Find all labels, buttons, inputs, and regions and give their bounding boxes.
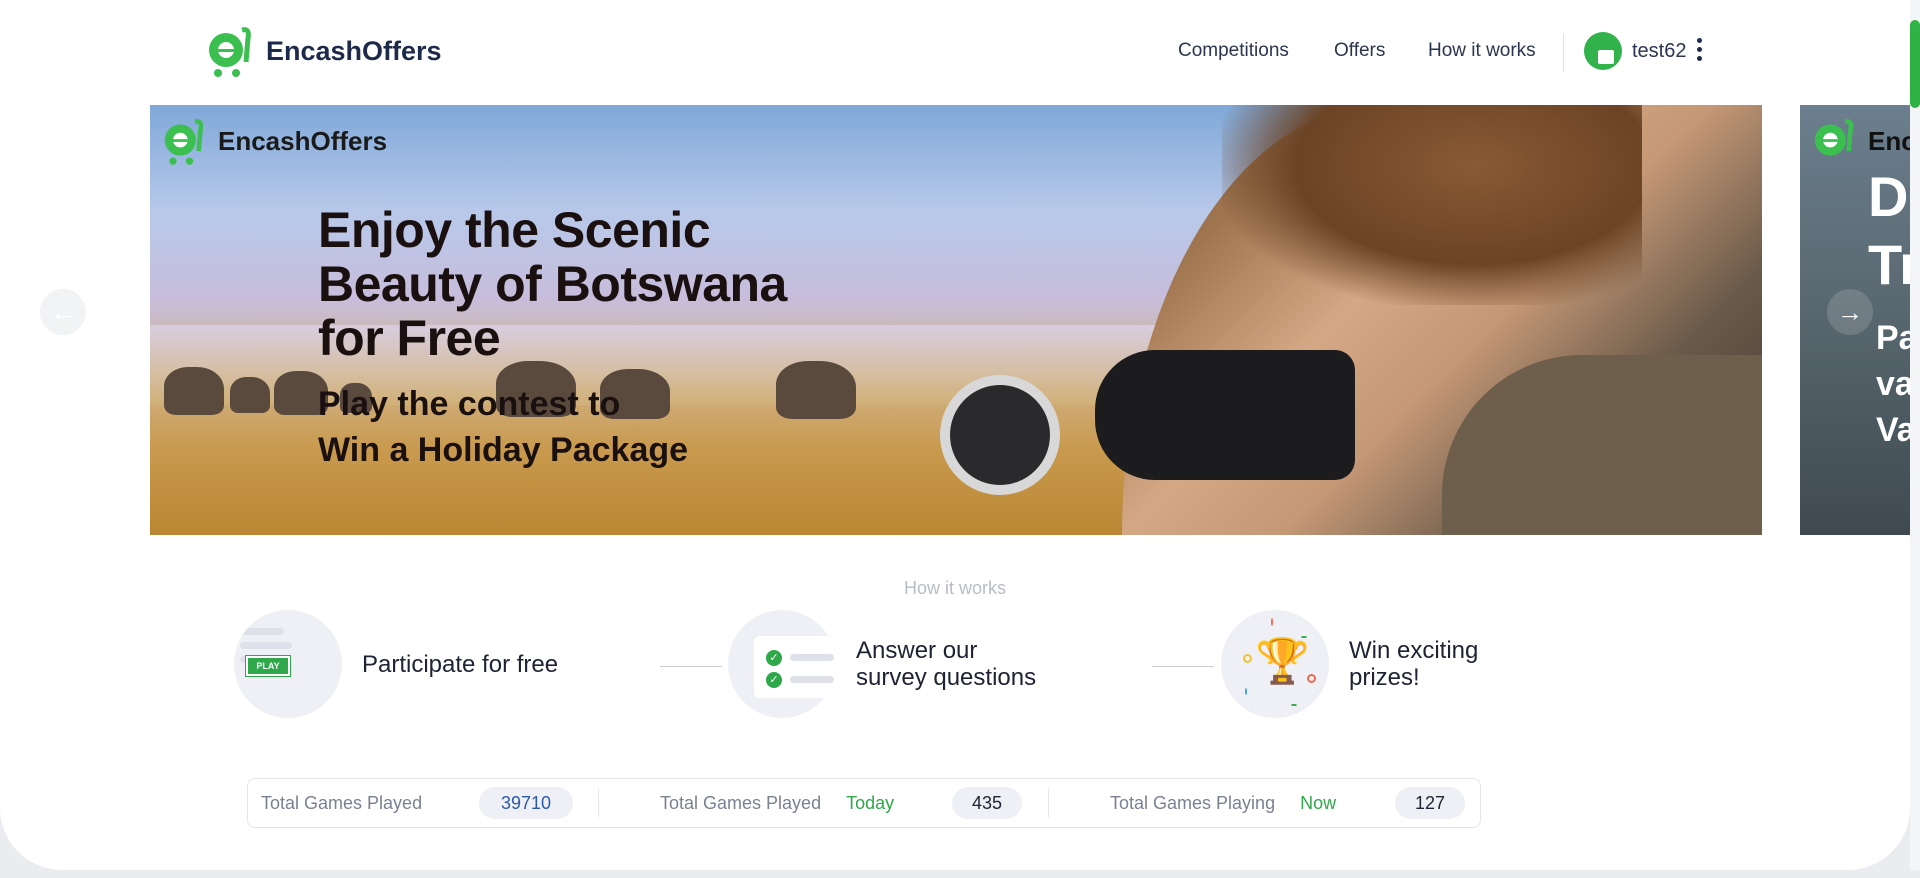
step-participate: PLAY Participate for free [234,610,558,718]
arrow-right-icon: → [1837,296,1863,327]
stat-total-played-value: 39710 [479,787,573,819]
stat-played-today: Total Games Played Today [660,792,895,813]
stat-played-today-value: 435 [952,787,1022,819]
logo-icon [164,119,204,165]
camera-lens-image [940,375,1060,495]
nav-divider [1563,34,1564,72]
brand-name: EncashOffers [266,35,442,66]
step-connector [1152,666,1214,667]
user-menu[interactable]: test62 [1584,32,1686,70]
banner-logo: EncashOffers [162,115,387,167]
stat-divider [1048,789,1049,817]
trophy-illustration-icon: 🏆 [1221,610,1329,718]
elephant-image [776,361,856,419]
check-icon: ✓ [766,672,782,688]
step-label: Answer our survey questions [856,637,1037,691]
banner-brand: Enc [1868,125,1910,156]
stat-playing-now: Total Games Playing Now [1110,792,1337,813]
survey-illustration-icon: ✓ ✓ [728,610,836,718]
carousel-next-button[interactable]: → [1827,289,1873,335]
banner-subline: Pa va Va [1876,319,1910,449]
step-connector [660,666,722,667]
elephant-image [230,377,270,413]
more-options-icon[interactable] [1697,38,1703,65]
check-icon: ✓ [766,650,782,666]
banner-subline: Play the contest to Win a Holiday Packag… [318,385,689,469]
banner-headline: Enjoy the Scenic Beauty of Botswana for … [318,202,787,366]
trophy-icon: 🏆 [1255,637,1310,686]
how-it-works-title: How it works [903,578,1006,598]
carousel-slide-active[interactable]: EncashOffers Enjoy the Scenic Beauty of … [150,105,1762,535]
elephant-image [164,367,224,415]
camera-image [1095,350,1355,480]
banner-logo: Enc [1812,115,1910,167]
stat-total-played: Total Games Played [261,792,423,813]
scrollbar[interactable] [1910,0,1920,870]
nav-competitions[interactable]: Competitions [1178,40,1289,62]
banner-brand: EncashOffers [218,125,388,156]
scrollbar-thumb[interactable] [1910,20,1920,108]
stat-divider [598,789,599,817]
username: test62 [1632,39,1687,62]
nav-offers[interactable]: Offers [1334,40,1385,62]
nav-how-it-works[interactable]: How it works [1428,40,1536,62]
play-illustration-icon: PLAY [234,610,342,718]
stats-bar: Total Games Played 39710 Total Games Pla… [247,778,1481,828]
step-label: Win exciting prizes! [1349,637,1479,691]
logo-icon [209,27,251,77]
brand-logo[interactable]: EncashOffers [206,24,442,78]
page-card: EncashOffers Competitions Offers How it … [0,0,1910,870]
step-prizes: 🏆 Win exciting prizes! [1221,610,1478,718]
logo-icon [1814,119,1854,156]
play-badge: PLAY [246,656,290,676]
arrow-left-icon: ← [50,296,76,327]
avatar [1584,32,1622,70]
step-label: Participate for free [362,650,559,678]
step-survey: ✓ ✓ Answer our survey questions [728,610,1036,718]
stat-playing-now-value: 127 [1395,787,1465,819]
carousel-prev-button[interactable]: ← [40,289,86,335]
banner-headline: D Tr [1868,165,1910,296]
